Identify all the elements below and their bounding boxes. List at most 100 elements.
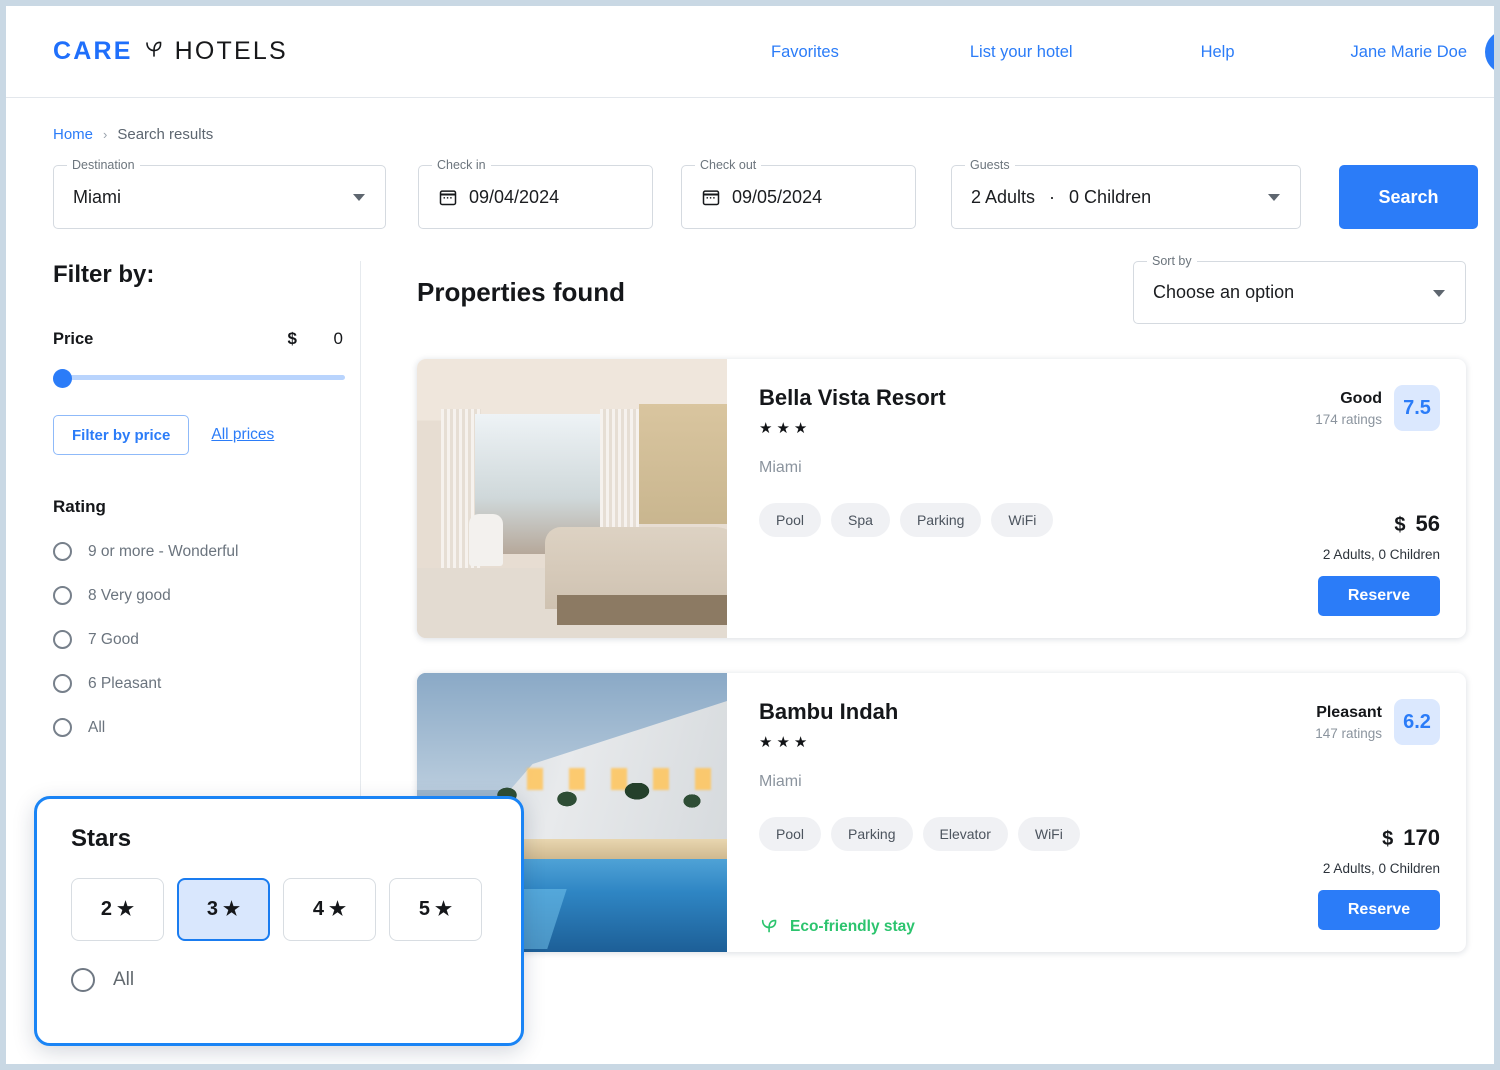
destination-value: Miami bbox=[73, 186, 121, 207]
ratings-count: 174 ratings bbox=[1315, 411, 1382, 427]
price-slider[interactable] bbox=[53, 367, 345, 388]
star-icon: ★ bbox=[435, 899, 453, 920]
hotel-city: Miami bbox=[759, 459, 802, 476]
rating-option-6-pleasant[interactable]: 6 Pleasant bbox=[53, 674, 360, 693]
amenity-chip: Elevator bbox=[922, 817, 1008, 851]
price-row: $ 56 bbox=[1394, 511, 1440, 537]
leaf-icon bbox=[142, 37, 166, 66]
breadcrumb-home[interactable]: Home bbox=[53, 126, 93, 143]
radio-icon[interactable] bbox=[53, 718, 72, 737]
rating-option-9-or-more[interactable]: 9 or more - Wonderful bbox=[53, 542, 360, 561]
amenity-chip: Parking bbox=[899, 503, 982, 537]
guests-label: Guests bbox=[965, 158, 1015, 172]
nav-link-help[interactable]: Help bbox=[1201, 43, 1235, 62]
stars-all-label: All bbox=[113, 969, 135, 990]
hotel-name: Bambu Indah bbox=[759, 699, 899, 724]
chevron-right-icon: › bbox=[103, 127, 108, 142]
hotel-star-rating: ★★★ bbox=[759, 420, 812, 437]
filters-title: Filter by: bbox=[53, 261, 155, 288]
stars-option-4[interactable]: 4 ★ bbox=[283, 878, 376, 941]
amenity-chip: Parking bbox=[831, 817, 913, 851]
search-bar: Destination Miami Check in 09/04/2024 Ch… bbox=[53, 158, 1494, 229]
chevron-down-icon[interactable] bbox=[353, 194, 365, 201]
chevron-down-icon[interactable] bbox=[1268, 194, 1280, 201]
check-in-value-wrap: 09/04/2024 bbox=[438, 187, 559, 208]
reserve-button[interactable]: Reserve bbox=[1318, 576, 1440, 616]
eco-friendly-label: Eco-friendly stay bbox=[790, 918, 915, 935]
price-filter-actions: Filter by price All prices bbox=[53, 415, 360, 455]
radio-icon[interactable] bbox=[53, 674, 72, 693]
price-currency: $ bbox=[287, 329, 297, 348]
avatar[interactable] bbox=[1485, 30, 1494, 74]
price-filter-header: Price $ 0 bbox=[53, 329, 343, 349]
site-header: CARE HOTELS Favorites List your hotel He… bbox=[6, 6, 1494, 98]
amenity-chips: Pool Spa Parking WiFi bbox=[759, 503, 1210, 537]
logo-suffix-text: HOTELS bbox=[174, 37, 288, 65]
chevron-down-icon[interactable] bbox=[1433, 289, 1445, 297]
rating-option-label: 6 Pleasant bbox=[88, 674, 162, 692]
brand-logo[interactable]: CARE HOTELS bbox=[53, 37, 288, 66]
filter-by-price-button[interactable]: Filter by price bbox=[53, 415, 190, 455]
rating-option-7-good[interactable]: 7 Good bbox=[53, 630, 360, 649]
guests-children: 0 Children bbox=[1069, 186, 1152, 207]
stars-option-all[interactable]: All bbox=[71, 968, 487, 992]
stars-filter-panel: Stars 2 ★ 3 ★ 4 ★ 5 ★ All bbox=[34, 796, 524, 1046]
stars-option-count: 3 bbox=[206, 898, 219, 920]
hotel-star-rating: ★★★ bbox=[759, 734, 812, 751]
rating-option-label: 7 Good bbox=[88, 630, 139, 648]
sort-by-select[interactable]: Sort by Choose an option bbox=[1133, 254, 1466, 324]
page-title: Properties found bbox=[417, 277, 626, 307]
star-icon: ★ bbox=[223, 899, 241, 920]
price-currency-symbol: $ bbox=[1382, 828, 1394, 850]
stars-options: 2 ★ 3 ★ 4 ★ 5 ★ bbox=[71, 878, 487, 941]
rating-option-8-very-good[interactable]: 8 Very good bbox=[53, 586, 360, 605]
amenity-chip: WiFi bbox=[1017, 817, 1080, 851]
radio-icon[interactable] bbox=[53, 586, 72, 605]
stars-option-2[interactable]: 2 ★ bbox=[71, 878, 164, 941]
results-column: Properties found Sort by Choose an optio… bbox=[361, 254, 1494, 1021]
nav-link-list-your-hotel[interactable]: List your hotel bbox=[970, 43, 1073, 62]
property-card[interactable]: Bambu Indah ★★★ Miami Pool Parking Eleva… bbox=[417, 673, 1466, 952]
stars-option-3[interactable]: 3 ★ bbox=[177, 878, 270, 941]
star-icon: ★ bbox=[329, 899, 347, 920]
nav-link-favorites[interactable]: Favorites bbox=[771, 43, 839, 62]
rating-filter-title: Rating bbox=[53, 497, 106, 516]
score-title: Good bbox=[1340, 389, 1382, 407]
stars-option-count: 2 bbox=[100, 898, 113, 920]
all-prices-link[interactable]: All prices bbox=[211, 426, 274, 444]
property-card-body: Bambu Indah ★★★ Miami Pool Parking Eleva… bbox=[727, 673, 1466, 952]
rating-option-all[interactable]: All bbox=[53, 718, 360, 737]
calendar-icon bbox=[702, 190, 720, 206]
check-out-date: 09/05/2024 bbox=[732, 186, 823, 207]
logo-brand-text: CARE bbox=[53, 37, 133, 65]
search-button[interactable]: Search bbox=[1339, 165, 1478, 229]
radio-icon[interactable] bbox=[71, 968, 95, 992]
price-row: $ 170 bbox=[1382, 825, 1440, 851]
amenity-chips: Pool Parking Elevator WiFi bbox=[759, 817, 1210, 851]
nav-link-account-name[interactable]: Jane Marie Doe bbox=[1351, 43, 1467, 62]
destination-select[interactable]: Destination Miami bbox=[53, 158, 386, 229]
property-card[interactable]: Bella Vista Resort ★★★ Miami Pool Spa Pa… bbox=[417, 359, 1466, 638]
leaf-icon bbox=[761, 919, 777, 933]
check-in-field[interactable]: Check in 09/04/2024 bbox=[418, 158, 653, 229]
price-slider-thumb[interactable] bbox=[53, 369, 72, 388]
sort-by-value: Choose an option bbox=[1153, 282, 1295, 302]
radio-icon[interactable] bbox=[53, 630, 72, 649]
guests-value: 2 Adults · 0 Children bbox=[971, 187, 1151, 208]
guests-adults: 2 Adults bbox=[971, 186, 1036, 207]
hotel-city: Miami bbox=[759, 773, 802, 790]
property-score-and-price: Pleasant 147 ratings 6.2 $ 170 2 Adults,… bbox=[1210, 699, 1440, 930]
breadcrumb: Home › Search results bbox=[53, 126, 1494, 143]
stars-option-count: 5 bbox=[418, 898, 431, 920]
score-row: Pleasant 147 ratings 6.2 bbox=[1315, 699, 1440, 745]
check-out-field[interactable]: Check out 09/05/2024 bbox=[681, 158, 916, 229]
reserve-button[interactable]: Reserve bbox=[1318, 890, 1440, 930]
radio-icon[interactable] bbox=[53, 542, 72, 561]
price-label: Price bbox=[53, 330, 94, 348]
stars-filter-title: Stars bbox=[71, 825, 132, 852]
stars-option-5[interactable]: 5 ★ bbox=[389, 878, 482, 941]
star-icon: ★ bbox=[117, 899, 135, 920]
guests-select[interactable]: Guests 2 Adults · 0 Children bbox=[951, 158, 1301, 229]
app-page: CARE HOTELS Favorites List your hotel He… bbox=[6, 6, 1494, 1064]
score-row: Good 174 ratings 7.5 bbox=[1315, 385, 1440, 431]
